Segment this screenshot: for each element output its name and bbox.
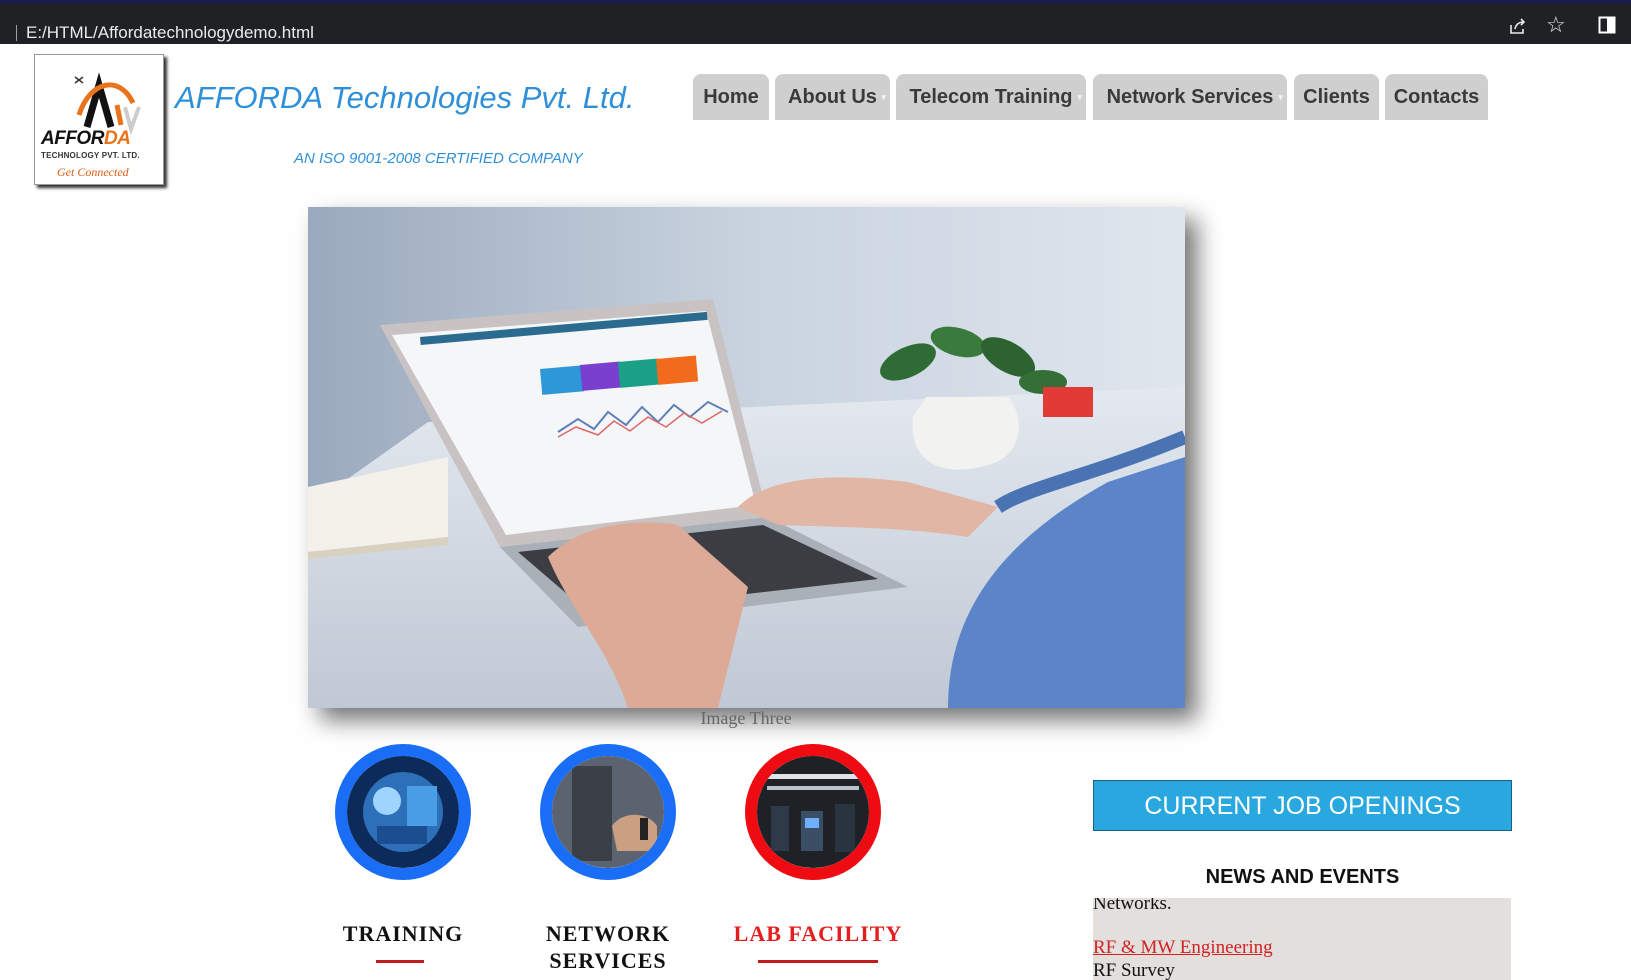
url-text[interactable]: E:/HTML/Affordatechnologydemo.html xyxy=(26,23,314,43)
nav-network-services[interactable]: Network Services ▾ xyxy=(1093,74,1287,120)
logo-wordmark: AFFORDA xyxy=(41,128,131,149)
nav-label: Contacts xyxy=(1393,86,1480,108)
news-item: RF Survey xyxy=(1093,960,1175,980)
training-circle-image[interactable] xyxy=(335,744,471,880)
nav-label: Clients xyxy=(1303,86,1370,108)
text-cursor xyxy=(16,25,17,41)
lab-facility-label[interactable]: LAB FACILITY xyxy=(728,920,908,947)
news-events-title: NEWS AND EVENTS xyxy=(1205,866,1400,888)
laptop-photo xyxy=(308,207,1185,708)
network-services-circle-image[interactable] xyxy=(540,744,676,880)
company-name: AFFORDA Technologies Pvt. Ltd. xyxy=(175,80,635,115)
nav-about-us[interactable]: About Us ▾ xyxy=(775,74,890,120)
chevron-down-icon: ▾ xyxy=(881,92,886,102)
training-photo xyxy=(347,756,459,868)
nav-label: Telecom Training xyxy=(909,86,1073,108)
chevron-down-icon: ▾ xyxy=(1077,92,1082,102)
logo-mark-icon xyxy=(74,72,141,135)
current-job-openings-button[interactable]: CURRENT JOB OPENINGS xyxy=(1093,780,1512,831)
browser-toolbar: E:/HTML/Affordatechnologydemo.html ☆ xyxy=(0,0,1631,44)
nav-home[interactable]: Home xyxy=(693,74,769,120)
news-ticker: Networks. RF & MW Engineering RF Survey xyxy=(1093,898,1511,980)
nav-contacts[interactable]: Contacts xyxy=(1385,74,1488,120)
nav-label: About Us xyxy=(788,86,877,108)
chevron-down-icon: ▾ xyxy=(1278,92,1283,102)
nav-label: Network Services xyxy=(1106,86,1274,108)
network-photo xyxy=(552,756,664,868)
slide-caption: Image Three xyxy=(700,708,792,728)
slideshow-image[interactable] xyxy=(308,207,1185,708)
lab-photo xyxy=(757,756,869,868)
logo-subtitle: TECHNOLOGY PVT. LTD. xyxy=(41,151,140,160)
side-panel-icon[interactable] xyxy=(1598,16,1616,39)
iso-tagline: AN ISO 9001-2008 CERTIFIED COMPANY xyxy=(294,150,583,167)
training-underline xyxy=(376,960,424,963)
nav-clients[interactable]: Clients xyxy=(1294,74,1379,120)
logo-tagline: Get Connected xyxy=(57,165,129,179)
address-bar[interactable]: E:/HTML/Affordatechnologydemo.html xyxy=(6,12,1574,42)
news-item: Networks. xyxy=(1093,898,1172,914)
lab-facility-underline xyxy=(758,960,878,963)
training-label[interactable]: TRAINING xyxy=(320,920,486,947)
news-link-rf-mw[interactable]: RF & MW Engineering xyxy=(1093,937,1273,959)
lab-facility-circle-image[interactable] xyxy=(745,744,881,880)
nav-label: Home xyxy=(703,86,759,108)
company-logo[interactable]: AFFORDA TECHNOLOGY PVT. LTD. Get Connect… xyxy=(34,54,164,185)
network-services-label[interactable]: NETWORK SERVICES xyxy=(520,920,696,974)
nav-telecom-training[interactable]: Telecom Training ▾ xyxy=(896,74,1086,120)
star-icon[interactable]: ☆ xyxy=(1546,14,1566,36)
share-icon[interactable] xyxy=(1508,16,1528,41)
